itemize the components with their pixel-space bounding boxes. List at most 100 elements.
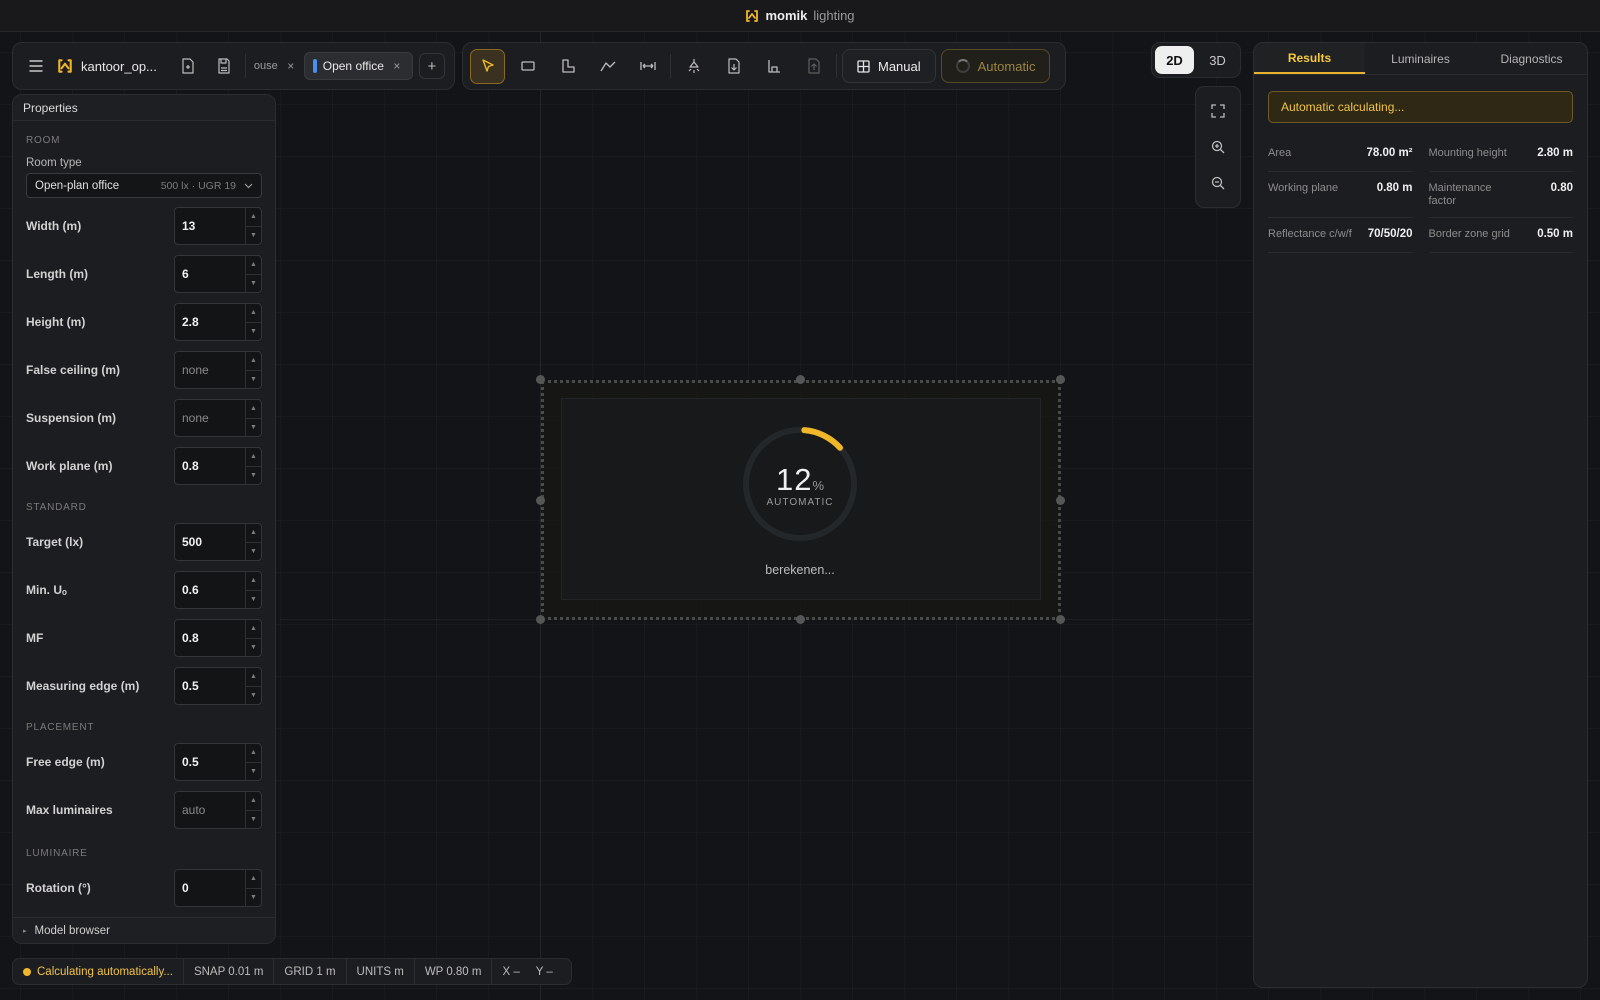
stepper-down-icon[interactable]: ▼: [246, 889, 261, 907]
model-browser-toggle[interactable]: ▸ Model browser: [13, 917, 275, 943]
property-input[interactable]: none ▲ ▼: [174, 351, 262, 389]
stepper-up-icon[interactable]: ▲: [246, 208, 261, 227]
property-row: Measuring edge (m) 0.5 ▲ ▼: [13, 662, 275, 710]
menu-button[interactable]: [21, 51, 51, 81]
stepper-down-icon[interactable]: ▼: [246, 763, 261, 781]
stepper-down-icon[interactable]: ▼: [246, 811, 261, 829]
tab-luminaires[interactable]: Luminaires: [1365, 43, 1476, 74]
view-2d-button[interactable]: 2D: [1155, 46, 1194, 74]
property-input[interactable]: 6 ▲ ▼: [174, 255, 262, 293]
fit-view-button[interactable]: [1203, 96, 1233, 126]
new-file-button[interactable]: [173, 51, 203, 81]
property-input[interactable]: 0.5 ▲ ▼: [174, 743, 262, 781]
export-tool-button[interactable]: [796, 49, 831, 84]
room-handle-bottom-middle[interactable]: [796, 615, 805, 624]
room-type-select[interactable]: Open-plan office 500 lx · UGR 19: [26, 173, 262, 198]
stepper-up-icon[interactable]: ▲: [246, 792, 261, 811]
property-value[interactable]: 0: [175, 870, 245, 906]
property-value[interactable]: none: [175, 400, 245, 436]
room-handle-bottom-left[interactable]: [536, 615, 545, 624]
zoom-in-button[interactable]: [1203, 132, 1233, 162]
property-row: Free edge (m) 0.5 ▲ ▼: [13, 738, 275, 786]
property-value[interactable]: 0.5: [175, 744, 245, 780]
luminaire-tool-button[interactable]: [676, 49, 711, 84]
status-units[interactable]: UNITS m: [347, 959, 415, 984]
tab-house-label[interactable]: ouse: [254, 60, 278, 72]
calculating-alert: Automatic calculating...: [1268, 91, 1573, 123]
stepper: ▲ ▼: [245, 870, 261, 906]
stepper-down-icon[interactable]: ▼: [246, 467, 261, 485]
property-value[interactable]: 500: [175, 524, 245, 560]
room-handle-top-middle[interactable]: [796, 375, 805, 384]
property-value[interactable]: 0.5: [175, 668, 245, 704]
rectangle-tool-button[interactable]: [510, 49, 545, 84]
property-value[interactable]: 6: [175, 256, 245, 292]
stepper-up-icon[interactable]: ▲: [246, 256, 261, 275]
stepper-down-icon[interactable]: ▼: [246, 275, 261, 293]
automatic-mode-button[interactable]: Automatic: [940, 49, 1051, 83]
property-input[interactable]: 0.5 ▲ ▼: [174, 667, 262, 705]
tab-open-office-close-icon[interactable]: ×: [390, 59, 404, 73]
stepper-up-icon[interactable]: ▲: [246, 448, 261, 467]
stepper-down-icon[interactable]: ▼: [246, 639, 261, 657]
stepper-down-icon[interactable]: ▼: [246, 371, 261, 389]
fullscreen-icon: [1211, 104, 1225, 118]
measure-tool-button[interactable]: [630, 49, 665, 84]
stepper-up-icon[interactable]: ▲: [246, 524, 261, 543]
project-name[interactable]: kantoor_op...: [81, 59, 157, 74]
status-work-plane[interactable]: WP 0.80 m: [415, 959, 493, 984]
l-shape-tool-button[interactable]: [550, 49, 585, 84]
manual-mode-button[interactable]: Manual: [842, 49, 936, 83]
stepper-down-icon[interactable]: ▼: [246, 227, 261, 245]
stepper-up-icon[interactable]: ▲: [246, 400, 261, 419]
stepper-up-icon[interactable]: ▲: [246, 620, 261, 639]
status-grid[interactable]: GRID 1 m: [274, 959, 347, 984]
tab-results[interactable]: Results: [1254, 43, 1365, 74]
stepper-up-icon[interactable]: ▲: [246, 352, 261, 371]
property-value[interactable]: 0.8: [175, 620, 245, 656]
property-input[interactable]: 0.8 ▲ ▼: [174, 619, 262, 657]
view-3d-button[interactable]: 3D: [1198, 46, 1237, 74]
manual-mode-label: Manual: [878, 58, 921, 74]
tab-house-close-icon[interactable]: ×: [284, 59, 298, 73]
room-handle-bottom-right[interactable]: [1056, 615, 1065, 624]
status-snap[interactable]: SNAP 0.01 m: [184, 959, 275, 984]
property-input[interactable]: none ▲ ▼: [174, 399, 262, 437]
stepper-down-icon[interactable]: ▼: [246, 687, 261, 705]
property-input[interactable]: 0.8 ▲ ▼: [174, 447, 262, 485]
stepper-down-icon[interactable]: ▼: [246, 323, 261, 341]
tab-diagnostics[interactable]: Diagnostics: [1476, 43, 1587, 74]
select-tool-button[interactable]: [470, 48, 505, 84]
property-input[interactable]: 500 ▲ ▼: [174, 523, 262, 561]
polyline-tool-button[interactable]: [590, 49, 625, 84]
stepper-up-icon[interactable]: ▲: [246, 744, 261, 763]
property-input[interactable]: 0.6 ▲ ▼: [174, 571, 262, 609]
room-handle-top-left[interactable]: [536, 375, 545, 384]
import-tool-button[interactable]: [716, 49, 751, 84]
property-value[interactable]: none: [175, 352, 245, 388]
add-tab-button[interactable]: +: [418, 53, 445, 79]
stepper-up-icon[interactable]: ▲: [246, 668, 261, 687]
property-value[interactable]: 2.8: [175, 304, 245, 340]
room-handle-top-right[interactable]: [1056, 375, 1065, 384]
stepper-up-icon[interactable]: ▲: [246, 870, 261, 889]
stepper-up-icon[interactable]: ▲: [246, 572, 261, 591]
room-handle-middle-right[interactable]: [1056, 496, 1065, 505]
stepper-down-icon[interactable]: ▼: [246, 543, 261, 561]
property-value[interactable]: 0.8: [175, 448, 245, 484]
tab-open-office[interactable]: Open office ×: [303, 52, 413, 80]
zoom-out-button[interactable]: [1203, 168, 1233, 198]
property-input[interactable]: 2.8 ▲ ▼: [174, 303, 262, 341]
property-input[interactable]: 13 ▲ ▼: [174, 207, 262, 245]
property-value[interactable]: 13: [175, 208, 245, 244]
stepper-up-icon[interactable]: ▲: [246, 304, 261, 323]
stepper-down-icon[interactable]: ▼: [246, 419, 261, 437]
property-value[interactable]: 0.6: [175, 572, 245, 608]
property-input[interactable]: 0 ▲ ▼: [174, 869, 262, 907]
save-button[interactable]: [209, 51, 239, 81]
property-input[interactable]: auto ▲ ▼: [174, 791, 262, 829]
property-value[interactable]: auto: [175, 792, 245, 828]
stepper-down-icon[interactable]: ▼: [246, 591, 261, 609]
room-handle-middle-left[interactable]: [536, 496, 545, 505]
area-tool-button[interactable]: [756, 49, 791, 84]
